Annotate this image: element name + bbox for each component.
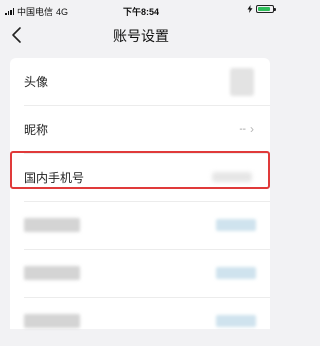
battery-fill — [258, 7, 270, 11]
nickname-value-group: -- › — [239, 122, 254, 136]
settings-card: 头像 昵称 -- › 国内手机号 — [10, 58, 270, 329]
blurred-label — [24, 218, 80, 232]
charging-icon — [247, 5, 253, 13]
status-bar: 中国电信 4G 下午8:54 — [0, 0, 282, 20]
avatar-label: 头像 — [24, 75, 49, 89]
phone-value-blurred — [212, 172, 252, 182]
page-title: 账号设置 — [113, 28, 169, 44]
settings-row-avatar[interactable]: 头像 — [10, 58, 270, 106]
status-time: 下午8:54 — [122, 7, 159, 17]
avatar-image-blurred — [230, 68, 254, 96]
nav-bar: 账号设置 — [0, 20, 282, 50]
battery-icon — [256, 5, 276, 13]
blurred-value — [216, 315, 256, 327]
phone-label: 国内手机号 — [24, 171, 85, 185]
blurred-label — [24, 314, 80, 328]
nickname-value: -- — [239, 123, 246, 135]
settings-row-blurred-3[interactable] — [10, 298, 270, 346]
blurred-value — [216, 219, 256, 231]
settings-row-nickname[interactable]: 昵称 -- › — [10, 106, 270, 154]
battery-group — [247, 5, 276, 13]
chevron-right-icon: › — [250, 122, 254, 136]
blurred-value — [216, 267, 256, 279]
blurred-label — [24, 266, 80, 280]
nickname-label: 昵称 — [24, 123, 49, 137]
settings-row-blurred-1[interactable] — [10, 202, 270, 250]
settings-row-blurred-2[interactable] — [10, 250, 270, 298]
settings-row-phone[interactable]: 国内手机号 — [10, 154, 270, 202]
